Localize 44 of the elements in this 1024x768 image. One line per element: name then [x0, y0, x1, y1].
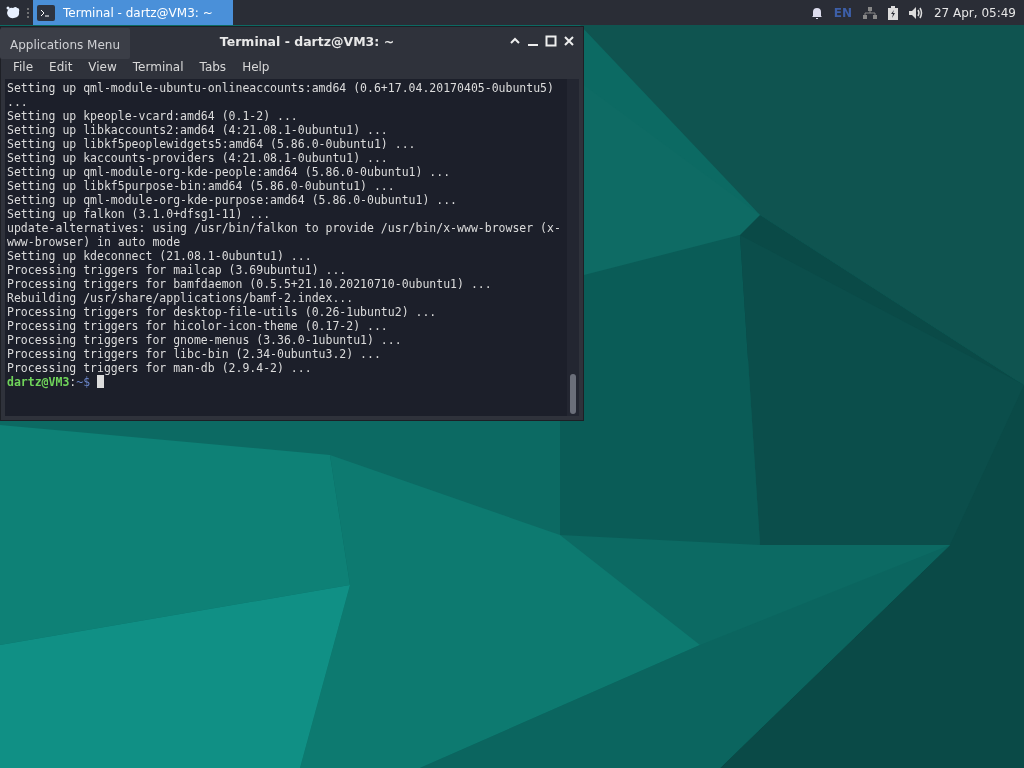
- terminal-line: Setting up kdeconnect (21.08.1-0ubuntu1) ...: [7, 249, 313, 263]
- handle-icon[interactable]: [26, 5, 30, 20]
- terminal-line: Setting up libkaccounts2:amd64 (4:21.08.1-0ubuntu1) ...: [7, 123, 389, 137]
- terminal-line: Setting up libkf5purpose-bin:amd64 (5.86.0-0ubuntu1) ...: [7, 179, 396, 193]
- volume-icon[interactable]: [907, 5, 924, 20]
- network-icon[interactable]: [861, 5, 878, 20]
- terminal-line: update-alternatives: using /usr/bin/falkon to provide /usr/bin/x-www-browser (x-: [7, 221, 562, 235]
- menu-item[interactable]: Tabs: [191, 58, 235, 76]
- window-title: Terminal - dartz@VM3: ~: [219, 33, 395, 49]
- terminal-line: Setting up qml-module-ubuntu-onlineaccounts:amd64 (0.6+17.04.20170405-0ubuntu5): [7, 81, 555, 95]
- terminal-line: Processing triggers for mailcap (3.69ubuntu1) ...: [7, 263, 348, 277]
- menu-item[interactable]: Edit: [41, 58, 81, 76]
- terminal-line: Setting up qml-module-org-kde-people:amd64 (5.86.0-0ubuntu1) ...: [7, 165, 452, 179]
- battery-icon[interactable]: [887, 5, 898, 20]
- terminal-line: www-browser) in auto mode: [7, 235, 182, 249]
- terminal-line: Setting up qml-module-org-kde-purpose:amd64 (5.86.0-0ubuntu1) ...: [7, 193, 459, 207]
- terminal-line: Processing triggers for man-db (2.9.4-2) ...: [7, 361, 313, 375]
- menu-item[interactable]: Terminal: [124, 58, 192, 76]
- terminal-line: Processing triggers for libc-bin (2.34-0ubuntu3.2) ...: [7, 347, 382, 361]
- prompt-user: dartz@VM3: [7, 375, 70, 389]
- maximize-icon[interactable]: [545, 35, 557, 47]
- terminal-icon: [37, 4, 55, 21]
- terminal-line: Setting up libkf5peoplewidgets5:amd64 (5.86.0-0ubuntu1) ...: [7, 137, 417, 151]
- terminal-line: Processing triggers for desktop-file-utils (0.26-1ubuntu2) ...: [7, 305, 438, 319]
- terminal-line: Processing triggers for hicolor-icon-theme (0.17-2) ...: [7, 319, 389, 333]
- menu-item[interactable]: File: [5, 58, 42, 76]
- terminal-line: Processing triggers for bamfdaemon (0.5.5+21.10.20210710-0ubuntu1) ...: [7, 277, 493, 291]
- scrollbar-thumb[interactable]: [570, 374, 576, 414]
- close-icon[interactable]: [563, 35, 575, 47]
- terminal-line: Setting up kaccounts-providers (4:21.08.1-0ubuntu1) ...: [7, 151, 389, 165]
- terminal-line: Setting up kpeople-vcard:amd64 (0.1-2) ...: [7, 109, 299, 123]
- terminal-line: Rebuilding /usr/share/applications/bamf-2.index...: [7, 291, 355, 305]
- scrollbar[interactable]: [567, 79, 579, 416]
- tooltip: Applications Menu: [0, 28, 131, 59]
- cursor: [97, 375, 105, 388]
- terminal-line: ...: [7, 95, 29, 109]
- prompt-separator: :: [69, 375, 77, 389]
- clock[interactable]: 27 Apr, 05:49: [933, 5, 1016, 20]
- menu-item[interactable]: Help: [234, 58, 278, 76]
- prompt-path: ~$: [76, 375, 91, 389]
- terminal-line: Setting up falkon (3.1.0+dfsg1-11) ...: [7, 207, 272, 221]
- terminal-line: Processing triggers for gnome-menus (3.36.0-1ubuntu1) ...: [7, 333, 403, 347]
- app-menu-icon[interactable]: [4, 4, 22, 21]
- menu-item[interactable]: View: [80, 58, 125, 76]
